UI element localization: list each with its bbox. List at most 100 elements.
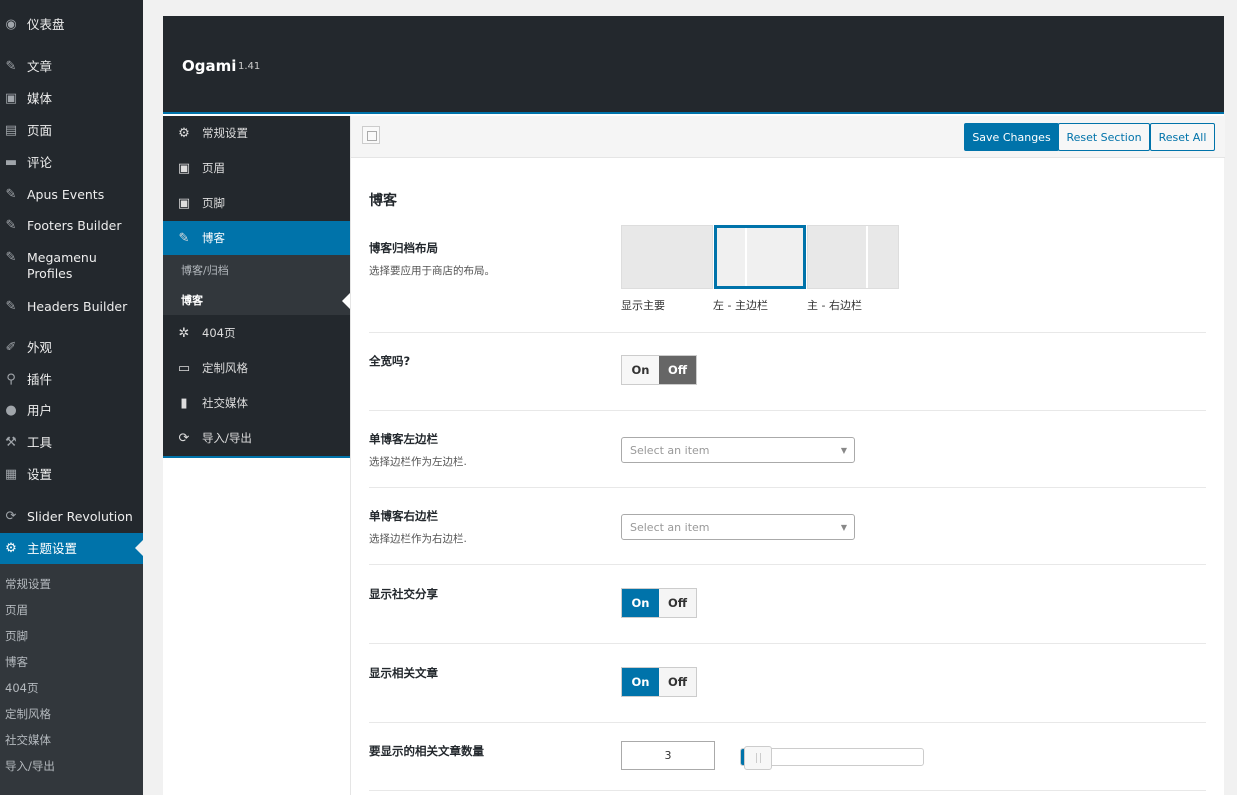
sidebar-item-tools[interactable]: ⚒ 工具 (0, 435, 143, 451)
sidebar-item-label: Apus Events (27, 187, 105, 202)
chevron-down-icon: ▼ (840, 446, 847, 455)
submenu-item-404[interactable]: 404页 (5, 680, 38, 696)
layout-option-main-right[interactable] (807, 225, 899, 289)
left-sidebar-select[interactable]: Select an item ▼ (621, 437, 855, 463)
archive-layout-label: 博客归档布局 (369, 241, 438, 255)
sidebar-item-appearance[interactable]: ✐ 外观 (0, 340, 143, 356)
sidebar-item-slider-revolution[interactable]: ⟳ Slider Revolution (0, 509, 143, 525)
gear-icon: ⚙ (5, 540, 17, 556)
layout-column-divider (866, 226, 868, 288)
options-toolbar: Save Changes Reset Section Reset All (351, 116, 1225, 158)
save-changes-button[interactable]: Save Changes (964, 123, 1059, 151)
full-width-toggle[interactable]: On Off (621, 355, 697, 385)
reset-section-button[interactable]: Reset Section (1058, 123, 1150, 151)
pin-icon: ✎ (5, 299, 17, 314)
related-count-slider[interactable] (740, 746, 924, 770)
toggle-off-option[interactable]: Off (659, 589, 696, 617)
sidebar-item-posts[interactable]: ✎ 文章 (0, 59, 143, 75)
submenu-item-social[interactable]: 社交媒体 (5, 732, 51, 748)
row-divider (369, 410, 1206, 411)
nav-item-label: 博客 (202, 231, 225, 245)
pin-icon: ✎ (5, 218, 17, 233)
active-menu-arrow (135, 540, 143, 556)
sidebar-item-apus-events[interactable]: ✎ Apus Events (0, 187, 143, 203)
social-share-toggle[interactable]: On Off (621, 588, 697, 618)
sidebar-item-theme-settings[interactable]: ⚙ 主题设置 (0, 533, 143, 564)
layout-caption-main-only: 显示主要 (621, 299, 665, 312)
submenu-item-header[interactable]: 页眉 (5, 602, 28, 618)
sidebar-item-label: 仪表盘 (27, 17, 65, 32)
submenu-item-footer[interactable]: 页脚 (5, 628, 28, 644)
cogs-icon: ⚙ (178, 125, 190, 141)
nav-item-label: 社交媒体 (202, 396, 248, 410)
pin-icon: ✎ (5, 250, 17, 265)
sidebar-item-footers-builder[interactable]: ✎ Footers Builder (0, 218, 143, 234)
reset-all-button[interactable]: Reset All (1150, 123, 1215, 151)
submenu-item-blog[interactable]: 博客 (5, 654, 28, 670)
nav-item-blog[interactable]: ✎ 博客 (163, 221, 350, 255)
sidebar-item-megamenu-profiles[interactable]: ✎ Megamenu Profiles (0, 250, 143, 282)
nav-item-footer[interactable]: ▣ 页脚 (163, 186, 350, 220)
options-main: Save Changes Reset Section Reset All 博客 … (350, 116, 1225, 795)
row-divider (369, 790, 1206, 791)
window-icon: ▣ (177, 160, 191, 176)
slider-handle[interactable] (744, 746, 772, 770)
sidebar-item-pages[interactable]: ▤ 页面 (0, 123, 143, 139)
related-posts-label: 显示相关文章 (369, 666, 438, 680)
sidebar-submenu: 常规设置 页眉 页脚 博客 404页 定制风格 社交媒体 导入/导出 (0, 564, 143, 795)
chevron-down-icon: ▼ (840, 523, 847, 532)
sidebar-item-label: 评论 (27, 155, 53, 170)
sidebar-item-comments[interactable]: ▬ 评论 (0, 155, 143, 171)
nav-subitem-blog-single[interactable]: 博客 (163, 285, 350, 315)
nav-subitem-blog-archive[interactable]: 博客/归档 (163, 255, 350, 285)
right-sidebar-label: 单博客右边栏 (369, 509, 438, 523)
layout-option-main-only[interactable] (621, 225, 713, 289)
nav-item-label: 页眉 (202, 161, 225, 175)
toggle-off-option[interactable]: Off (659, 668, 696, 696)
nav-item-header[interactable]: ▣ 页眉 (163, 151, 350, 185)
related-count-input[interactable]: 3 (621, 741, 715, 770)
layout-caption-main-right: 主 - 右边栏 (807, 299, 862, 312)
sidebar-item-settings[interactable]: ▦ 设置 (0, 467, 143, 483)
nav-item-label: 定制风格 (202, 361, 248, 375)
nav-item-social[interactable]: ▮ 社交媒体 (163, 386, 350, 420)
expand-options-button[interactable] (362, 126, 380, 144)
sidebar-item-label: 页面 (27, 123, 53, 138)
sidebar-item-label: Footers Builder (27, 218, 122, 233)
related-posts-toggle[interactable]: On Off (621, 667, 697, 697)
toggle-off-option[interactable]: Off (659, 356, 696, 384)
related-count-label: 要显示的相关文章数量 (369, 744, 484, 758)
sidebar-item-plugins[interactable]: ⚲ 插件 (0, 372, 143, 388)
nav-item-label: 常规设置 (202, 126, 248, 140)
pencil-icon: ✎ (178, 230, 190, 246)
panel-header: Ogami 1.41 (163, 16, 1224, 114)
sidebar-item-media[interactable]: ▣ 媒体 (0, 91, 143, 107)
sidebar-item-dashboard[interactable]: ◉ 仪表盘 (0, 17, 143, 33)
sidebar-item-label: 媒体 (27, 91, 53, 106)
submenu-item-general[interactable]: 常规设置 (5, 576, 51, 592)
sidebar-item-users[interactable]: ● 用户 (0, 403, 143, 419)
toggle-on-option[interactable]: On (622, 356, 659, 384)
sidebar-item-label: 外观 (27, 340, 53, 355)
toggle-on-option[interactable]: On (622, 589, 659, 617)
select-placeholder: Select an item (630, 520, 710, 534)
left-sidebar-label: 单博客左边栏 (369, 432, 438, 446)
nav-item-custom-style[interactable]: ▭ 定制风格 (163, 351, 350, 385)
sidebar-item-label: 设置 (27, 467, 53, 482)
phone-icon: ▮ (180, 395, 188, 411)
nav-item-404[interactable]: ✲ 404页 (163, 316, 350, 350)
nav-item-label: 导入/导出 (202, 431, 252, 445)
gear-icon: ✲ (178, 325, 190, 341)
toggle-on-option[interactable]: On (622, 668, 659, 696)
nav-item-label: 页脚 (202, 196, 225, 210)
layout-option-left-main[interactable] (714, 225, 806, 289)
submenu-item-import-export[interactable]: 导入/导出 (5, 758, 55, 774)
submenu-item-custom-style[interactable]: 定制风格 (5, 706, 51, 722)
row-divider (369, 643, 1206, 644)
nav-item-import-export[interactable]: ⟳ 导入/导出 (163, 421, 350, 455)
sidebar-item-headers-builder[interactable]: ✎ Headers Builder (0, 299, 143, 315)
nav-item-general[interactable]: ⚙ 常规设置 (163, 116, 350, 150)
layout-caption-left-main: 左 - 主边栏 (713, 299, 768, 312)
right-sidebar-select[interactable]: Select an item ▼ (621, 514, 855, 540)
user-icon: ● (5, 403, 17, 418)
